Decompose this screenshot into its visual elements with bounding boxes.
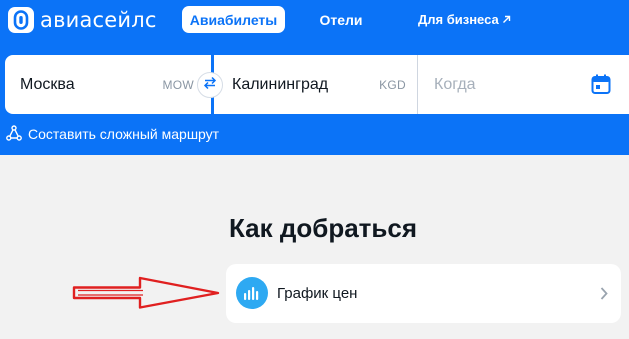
business-link-label: Для бизнеса	[418, 12, 499, 27]
tab-flights[interactable]: Авиабилеты	[182, 6, 285, 33]
header-bar: авиасейлс Авиабилеты Отели Для бизнеса М…	[0, 0, 629, 155]
route-icon	[6, 124, 22, 144]
search-form: Москва MOW Калининград KGD Когда	[5, 55, 629, 114]
aviasales-logo-icon	[8, 7, 34, 33]
price-chart-label: График цен	[277, 285, 358, 302]
complex-route-label: Составить сложный маршрут	[28, 126, 220, 142]
red-arrow-annotation	[72, 276, 222, 310]
section-title: Как добраться	[229, 213, 418, 243]
external-arrow-icon	[502, 12, 511, 27]
price-chart-card[interactable]: График цен	[226, 264, 621, 323]
destination-field[interactable]: Калининград KGD	[215, 55, 418, 114]
logo[interactable]: авиасейлс	[8, 6, 157, 34]
chevron-right-icon	[599, 286, 609, 301]
destination-iata: KGD	[379, 77, 406, 92]
origin-field[interactable]: Москва MOW	[5, 55, 210, 114]
origin-city: Москва	[20, 75, 75, 93]
date-placeholder: Когда	[434, 75, 476, 93]
origin-iata: MOW	[162, 77, 194, 92]
tab-hotels[interactable]: Отели	[298, 6, 384, 33]
swap-arrows-icon	[203, 76, 217, 95]
complex-route-link[interactable]: Составить сложный маршрут	[6, 124, 219, 144]
destination-city: Калининград	[232, 75, 329, 93]
business-link[interactable]: Для бизнеса	[418, 6, 511, 33]
calendar-icon[interactable]	[591, 74, 611, 95]
logo-text: авиасейлс	[40, 8, 157, 32]
swap-button[interactable]	[197, 72, 223, 98]
price-chart-icon	[236, 277, 268, 309]
